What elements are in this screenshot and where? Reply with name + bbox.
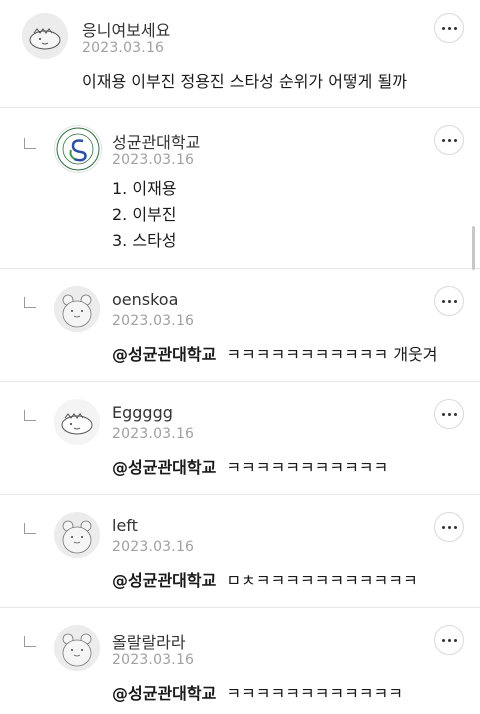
comment-date: 2023.03.16 xyxy=(112,313,195,329)
comment-text: 이재용 이부진 정용진 스타성 순위가 어떻게 될까 xyxy=(82,72,407,91)
dot-icon xyxy=(441,638,445,642)
more-options-button[interactable] xyxy=(434,286,464,316)
dot-icon xyxy=(441,412,445,416)
more-options-button[interactable] xyxy=(434,399,464,429)
dot-icon xyxy=(441,26,445,30)
reply-indicator-icon xyxy=(24,523,36,534)
reply-indicator-icon xyxy=(24,138,36,149)
dot-icon xyxy=(441,525,445,529)
comment-text-body: ㅁㅊㅋㅋㅋㅋㅋㅋㅋㅋㅋㅋㅋ xyxy=(226,571,418,590)
comment-author[interactable]: Eggggg xyxy=(112,403,173,422)
mention-link[interactable]: @성균관대학교 xyxy=(112,345,216,364)
comment-text-body: ㅋㅋㅋㅋㅋㅋㅋㅋㅋㅋㅋ 개웃겨 xyxy=(226,345,438,364)
comment-text-body: ㅋㅋㅋㅋㅋㅋㅋㅋㅋㅋㅋ xyxy=(226,458,389,477)
comment-list: 1. 이재용 2. 이부진 3. 스타성 xyxy=(112,176,177,254)
comment-date: 2023.03.16 xyxy=(112,152,195,168)
hamster-avatar-icon[interactable] xyxy=(54,286,100,332)
more-options-button[interactable] xyxy=(434,512,464,542)
comment-author[interactable]: oenskoa xyxy=(112,290,178,309)
comment-author[interactable]: 올랄랄라라 xyxy=(112,629,186,653)
reply-comment: 성균관대학교 2023.03.16 1. 이재용 2. 이부진 3. 스타성 xyxy=(0,108,480,269)
dot-icon xyxy=(447,525,451,529)
list-item: 3. 스타성 xyxy=(112,231,177,250)
dot-icon xyxy=(447,638,451,642)
dot-icon xyxy=(447,412,451,416)
comment-text: @성균관대학교 ㅁㅊㅋㅋㅋㅋㅋㅋㅋㅋㅋㅋㅋ xyxy=(112,567,418,591)
dot-icon xyxy=(447,299,451,303)
dot-icon xyxy=(447,138,451,142)
reply-indicator-icon xyxy=(24,297,36,308)
more-options-button[interactable] xyxy=(434,125,464,155)
reply-indicator-icon xyxy=(24,410,36,421)
more-options-button[interactable] xyxy=(434,13,464,43)
hamster-avatar-icon[interactable] xyxy=(54,512,100,558)
more-options-button[interactable] xyxy=(434,625,464,655)
reply-comment: Eggggg 2023.03.16 @성균관대학교 ㅋㅋㅋㅋㅋㅋㅋㅋㅋㅋㅋ xyxy=(0,382,480,495)
dot-icon xyxy=(453,638,457,642)
hamster-avatar-icon[interactable] xyxy=(54,625,100,671)
dot-icon xyxy=(453,412,457,416)
mention-link[interactable]: @성균관대학교 xyxy=(112,684,216,703)
dot-icon xyxy=(453,26,457,30)
university-emblem-icon[interactable] xyxy=(54,125,102,173)
comment-text: @성균관대학교 ㅋㅋㅋㅋㅋㅋㅋㅋㅋㅋㅋ xyxy=(112,454,388,478)
reply-indicator-icon xyxy=(24,636,36,647)
dot-icon xyxy=(447,26,451,30)
mention-link[interactable]: @성균관대학교 xyxy=(112,458,216,477)
comment: 응니여보세요 2023.03.16 이재용 이부진 정용진 스타성 순위가 어떻… xyxy=(0,0,480,108)
reply-comment: oenskoa 2023.03.16 @성균관대학교 ㅋㅋㅋㅋㅋㅋㅋㅋㅋㅋㅋ 개웃… xyxy=(0,269,480,382)
dinosaur-avatar-icon[interactable] xyxy=(54,399,100,445)
comment-date: 2023.03.16 xyxy=(82,40,165,56)
reply-comment: 올랄랄라라 2023.03.16 @성균관대학교 ㅋㅋㅋㅋㅋㅋㅋㅋㅋㅋㅋㅋ xyxy=(0,608,480,714)
scrollbar[interactable] xyxy=(472,226,475,270)
list-item: 1. 이재용 xyxy=(112,179,177,198)
comment-text-body: ㅋㅋㅋㅋㅋㅋㅋㅋㅋㅋㅋㅋ xyxy=(226,684,403,703)
comment-text: @성균관대학교 ㅋㅋㅋㅋㅋㅋㅋㅋㅋㅋㅋㅋ xyxy=(112,680,403,704)
comment-date: 2023.03.16 xyxy=(112,652,195,668)
dot-icon xyxy=(441,138,445,142)
dot-icon xyxy=(453,138,457,142)
list-item: 2. 이부진 xyxy=(112,205,177,224)
dot-icon xyxy=(453,299,457,303)
dot-icon xyxy=(441,299,445,303)
dot-icon xyxy=(453,525,457,529)
comment-text: @성균관대학교 ㅋㅋㅋㅋㅋㅋㅋㅋㅋㅋㅋ 개웃겨 xyxy=(112,341,438,365)
comment-author[interactable]: 응니여보세요 xyxy=(82,17,170,41)
comment-author[interactable]: left xyxy=(112,516,138,535)
dinosaur-avatar-icon[interactable] xyxy=(22,13,68,59)
comment-author[interactable]: 성균관대학교 xyxy=(112,129,200,153)
mention-link[interactable]: @성균관대학교 xyxy=(112,571,216,590)
comment-date: 2023.03.16 xyxy=(112,426,195,442)
reply-comment: left 2023.03.16 @성균관대학교 ㅁㅊㅋㅋㅋㅋㅋㅋㅋㅋㅋㅋㅋ xyxy=(0,495,480,608)
comment-date: 2023.03.16 xyxy=(112,539,195,555)
